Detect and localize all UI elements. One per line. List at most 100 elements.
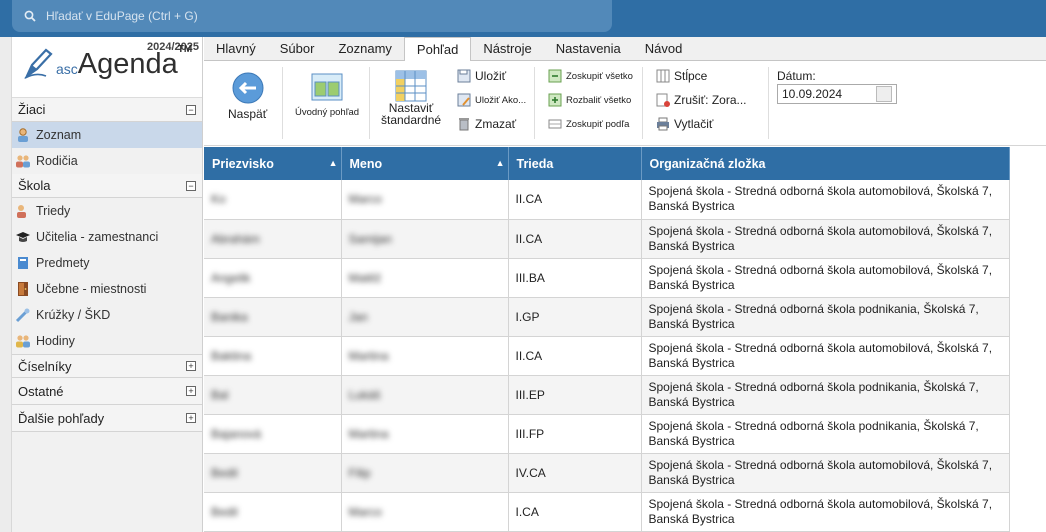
sidebar-item-label: Rodičia <box>36 154 78 168</box>
cell-name[interactable]: Filip <box>341 453 509 493</box>
columns-button[interactable]: Stĺpce <box>656 69 707 83</box>
section-ciselniky[interactable]: Číselníky + <box>12 354 202 378</box>
group-all-button[interactable]: Zoskupiť všetko <box>548 69 633 83</box>
column-header-class[interactable]: Trieda <box>508 147 642 180</box>
tab-pohlad[interactable]: Pohľad <box>403 37 472 62</box>
expand-all-button[interactable]: Rozbaliť všetko <box>548 93 631 107</box>
set-default-button[interactable]: Nastaviť štandardné <box>381 70 441 126</box>
cell-name[interactable]: Jan <box>341 297 509 337</box>
cell-class[interactable]: II.CA <box>508 180 642 220</box>
cell-class[interactable]: II.CA <box>508 336 642 376</box>
cell-org-unit[interactable]: Spojená škola - Stredná odborná škola po… <box>641 375 1010 415</box>
section-ostatne[interactable]: Ostatné + <box>12 378 202 405</box>
search-placeholder[interactable]: Hľadať v EduPage (Ctrl + G) <box>46 9 198 23</box>
cell-surname[interactable]: Bajanová <box>204 414 342 454</box>
expand-icon[interactable]: + <box>186 413 196 423</box>
cell-name[interactable]: Martina <box>341 336 509 376</box>
group-by-button[interactable]: Zoskupiť podľa <box>548 117 629 131</box>
cell-surname[interactable]: Abrahám <box>204 219 342 259</box>
sidebar-item-triedy[interactable]: Triedy <box>12 198 202 224</box>
print-button[interactable]: Vytlačiť <box>656 117 713 131</box>
sidebar-item-label: Zoznam <box>36 128 82 142</box>
cell-surname[interactable]: Bedil <box>204 492 342 532</box>
cell-name[interactable]: Marco <box>341 180 509 220</box>
column-header-surname[interactable]: Priezvisko ▲ <box>204 147 342 180</box>
trash-icon <box>457 117 471 131</box>
cell-class[interactable]: III.EP <box>508 375 642 415</box>
cell-name[interactable]: Matěž <box>341 258 509 298</box>
table-row[interactable]: Bal Lukáš III.EP Spojená škola - Stredná od… <box>204 375 1010 415</box>
tab-zoznamy[interactable]: Zoznamy <box>326 37 403 61</box>
default-view-button[interactable]: Úvodný pohľad <box>295 73 359 118</box>
cell-org-unit[interactable]: Spojená škola - Stredná odborná škola po… <box>641 297 1010 337</box>
cell-surname[interactable]: Bedil <box>204 453 342 493</box>
cell-org-unit[interactable]: Spojená škola - Stredná odborná škola au… <box>641 453 1010 493</box>
section-skola[interactable]: Škola − <box>12 174 202 198</box>
section-ziaci[interactable]: Žiaci − <box>12 98 202 122</box>
cell-class[interactable]: III.FP <box>508 414 642 454</box>
collapse-icon[interactable]: − <box>186 180 196 191</box>
sidebar-item-predmety[interactable]: Predmety <box>12 250 202 276</box>
cell-class[interactable]: III.BA <box>508 258 642 298</box>
search-box[interactable]: Hľadať v EduPage (Ctrl + G) <box>12 0 612 32</box>
cell-name[interactable]: Martina <box>341 414 509 454</box>
sidebar-item-hodiny[interactable]: Hodiny <box>12 328 202 354</box>
logo-area: 2024/2025 asc AgendaTM <box>12 37 202 98</box>
collapse-icon[interactable]: − <box>186 104 196 115</box>
cell-surname[interactable]: Banika <box>204 297 342 337</box>
cell-surname[interactable]: Bal <box>204 375 342 415</box>
cell-org-unit[interactable]: Spojená škola - Stredná odborná škola au… <box>641 492 1010 532</box>
cell-org-unit[interactable]: Spojená škola - Stredná odborná škola au… <box>641 219 1010 259</box>
tab-hlavny[interactable]: Hlavný <box>204 37 268 61</box>
save-button[interactable]: Uložiť <box>457 69 506 83</box>
cancel-sort-button[interactable]: Zrušiť: Zora... <box>656 93 747 107</box>
section-ostatne-label: Ostatné <box>18 383 64 399</box>
table-row[interactable]: Angelik Matěž III.BA Spojená škola - Stredn… <box>204 258 1010 298</box>
cell-org-unit[interactable]: Spojená škola - Stredná odborná škola au… <box>641 258 1010 298</box>
date-value[interactable]: 10.09.2024 <box>782 87 842 101</box>
sidebar-item-ucebne[interactable]: Učebne - miestnosti <box>12 276 202 302</box>
cell-class[interactable]: IV.CA <box>508 453 642 493</box>
table-row[interactable]: Bedil Marco I.CA Spojená škola - Stredná od… <box>204 492 1010 532</box>
cell-surname[interactable]: Baktina <box>204 336 342 376</box>
cell-class[interactable]: II.CA <box>508 219 642 259</box>
cell-org-unit[interactable]: Spojená škola - Stredná odborná škola au… <box>641 180 1010 220</box>
tab-nastroje[interactable]: Nástroje <box>471 37 543 61</box>
delete-button[interactable]: Zmazať <box>457 117 516 131</box>
cell-name[interactable]: Samijan <box>341 219 509 259</box>
cell-surname[interactable]: Angelik <box>204 258 342 298</box>
sort-asc-icon[interactable]: ▲ <box>329 158 338 168</box>
cell-org-unit[interactable]: Spojená škola - Stredná odborná škola au… <box>641 336 1010 376</box>
sort-asc-icon[interactable]: ▲ <box>496 158 505 168</box>
back-button[interactable]: Naspäť <box>228 71 267 121</box>
logo-agenda: AgendaTM <box>77 44 193 80</box>
table-row[interactable]: Bedil Filip IV.CA Spojená škola - Stredná o… <box>204 453 1010 493</box>
calendar-icon[interactable] <box>876 86 892 102</box>
sidebar-item-ucitelia[interactable]: Učitelia - zamestnanci <box>12 224 202 250</box>
app-logo[interactable]: asc AgendaTM <box>24 44 193 80</box>
expand-icon[interactable]: + <box>186 361 196 371</box>
cell-class[interactable]: I.CA <box>508 492 642 532</box>
expand-icon[interactable]: + <box>186 386 196 396</box>
sidebar-item-rodicia[interactable]: Rodičia <box>12 148 202 174</box>
save-as-button[interactable]: Uložiť Ako... <box>457 93 526 107</box>
column-header-org-unit[interactable]: Organizačná zložka <box>641 147 1010 180</box>
column-header-name[interactable]: Meno ▲ <box>341 147 509 180</box>
cell-org-unit[interactable]: Spojená škola - Stredná odborná škola po… <box>641 414 1010 454</box>
table-row[interactable]: Bajanová Martina III.FP Spojená škola - Str… <box>204 414 1010 454</box>
tab-subor[interactable]: Súbor <box>268 37 327 61</box>
sidebar-item-kruzky[interactable]: Krúžky / ŠKD <box>12 302 202 328</box>
table-row[interactable]: Ko Marco II.CA Spojená škola - Stredná odbo… <box>204 180 1010 220</box>
sidebar-item-zoznam[interactable]: Zoznam <box>12 122 202 148</box>
cell-name[interactable]: Lukáš <box>341 375 509 415</box>
tab-nastavenia[interactable]: Nastavenia <box>544 37 633 61</box>
table-row[interactable]: Baktina Martina II.CA Spojená škola - Stred… <box>204 336 1010 376</box>
cell-class[interactable]: I.GP <box>508 297 642 337</box>
cell-name[interactable]: Marco <box>341 492 509 532</box>
cell-surname[interactable]: Ko <box>204 180 342 220</box>
section-dalsie-pohlady[interactable]: Ďalšie pohľady + <box>12 405 202 432</box>
date-field[interactable]: 10.09.2024 <box>777 84 897 104</box>
tab-navod[interactable]: Návod <box>633 37 695 61</box>
table-row[interactable]: Abrahám Samijan II.CA Spojená škola - Stred… <box>204 219 1010 259</box>
table-row[interactable]: Banika Jan I.GP Spojená škola - Stredná odb… <box>204 297 1010 337</box>
